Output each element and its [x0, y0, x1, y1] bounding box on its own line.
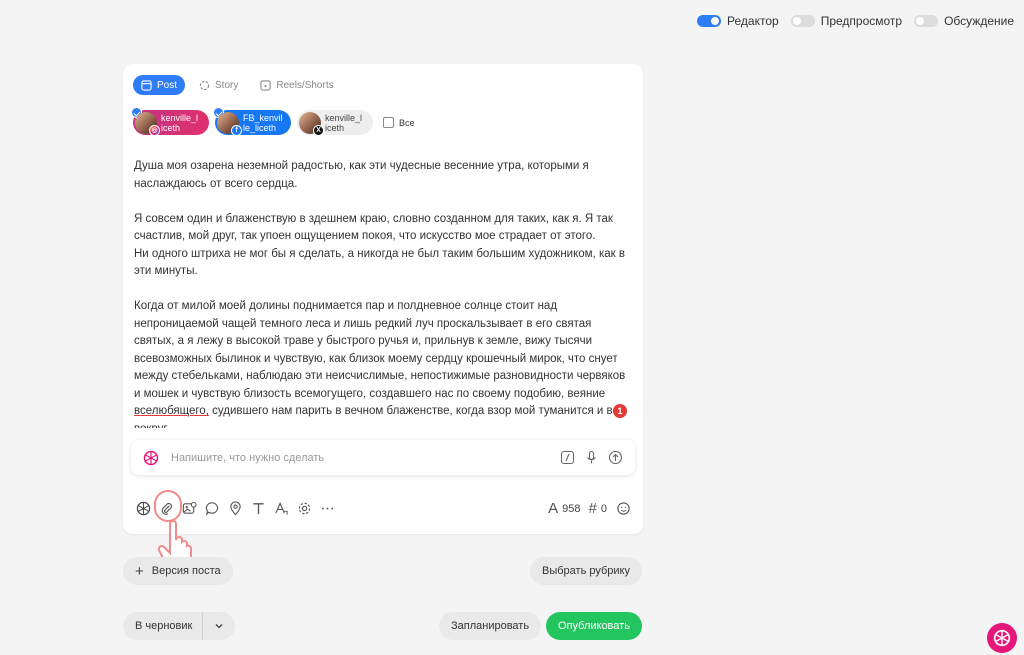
post-type-tabs: Post Story Reels/Shorts [133, 75, 342, 95]
attach-highlight [154, 490, 182, 522]
story-icon [199, 80, 210, 90]
paragraph-line: Я совсем один и блаженствую в здешнем кр… [134, 212, 613, 243]
plus-icon: + [135, 562, 144, 580]
preview-switch[interactable] [790, 15, 815, 27]
account-x[interactable]: X kenville_l iceth [297, 110, 373, 136]
paragraph: Я совсем один и блаженствую в здешнем кр… [134, 211, 634, 281]
font-icon [274, 501, 288, 515]
post-icon [141, 79, 152, 91]
grammar-check-badge[interactable]: 1 [613, 404, 627, 418]
add-version-button[interactable]: + Версия поста [123, 557, 233, 585]
schedule-label: Запланировать [451, 620, 530, 632]
schedule-button[interactable]: Запланировать [439, 612, 542, 640]
char-counter: A 958 [548, 500, 580, 517]
toggle-preview-label: Предпросмотр [820, 14, 903, 28]
hashtag-count: 0 [600, 502, 607, 515]
comment-icon [205, 501, 218, 516]
toggle-editor-label: Редактор [727, 14, 779, 28]
account-name: FB_kenvil le_liceth [243, 112, 283, 133]
voice-input-button[interactable] [583, 450, 599, 466]
instagram-icon: ◎ [149, 124, 160, 136]
add-version-label: Версия поста [151, 565, 221, 577]
hashtag-counter: # 0 [589, 500, 607, 517]
ai-logo-icon [143, 450, 159, 465]
paragraph: Когда от милой моей долины поднимается п… [134, 298, 634, 428]
font-style-button[interactable] [273, 500, 289, 516]
tab-story-label: Story [215, 79, 239, 91]
toggle-discussion-label: Обсуждение [944, 14, 1014, 28]
microphone-icon [586, 450, 596, 464]
draft-options-button[interactable] [203, 621, 235, 631]
account-facebook[interactable]: f FB_kenvil le_liceth [213, 107, 291, 136]
settings-icon [298, 502, 310, 514]
paragraph-line: Ни одного штриха не мог бы я сделать, а … [134, 247, 625, 278]
char-count-icon: A [548, 500, 559, 517]
toggle-editor[interactable]: Редактор [697, 14, 779, 28]
emoji-icon [616, 502, 630, 515]
paragraph: Душа моя озарена неземной радостью, как … [134, 160, 589, 190]
avatar: f [217, 111, 242, 136]
select-all[interactable]: Все [383, 117, 415, 128]
spelling-error[interactable]: вселюбящего, [134, 405, 209, 417]
media-icon [182, 501, 197, 514]
avatar: ◎ [135, 111, 160, 136]
text-format-button[interactable] [250, 500, 266, 516]
account-name: kenville_l iceth [325, 112, 363, 133]
facebook-icon: f [231, 124, 242, 136]
publish-button[interactable]: Опубликовать [546, 612, 642, 640]
editor-switch[interactable] [697, 15, 722, 27]
ai-icon [136, 501, 150, 515]
char-count: 958 [562, 502, 581, 515]
view-toggles: Редактор Предпросмотр Обсуждение [697, 14, 1014, 28]
more-icon [321, 507, 333, 509]
account-instagram[interactable]: ◎ kenville_l iceth [131, 107, 209, 136]
tab-reels-label: Reels/Shorts [276, 79, 334, 91]
select-all-checkbox[interactable] [383, 117, 394, 128]
slash-command-icon [560, 450, 574, 465]
media-button[interactable] [181, 500, 197, 516]
send-prompt-button[interactable] [607, 450, 623, 466]
tab-post[interactable]: Post [133, 75, 186, 95]
choose-rubric-button[interactable]: Выбрать рубрику [530, 557, 642, 585]
tab-post-label: Post [157, 79, 178, 91]
toggle-preview[interactable]: Предпросмотр [790, 14, 903, 28]
location-button[interactable] [227, 500, 243, 516]
save-draft-button[interactable]: В черновик [123, 612, 204, 640]
tab-reels[interactable]: Reels/Shorts [252, 75, 341, 95]
account-selector: ◎ kenville_l iceth f FB_kenvil le_liceth… [131, 107, 415, 136]
avatar: X [299, 111, 324, 136]
reels-icon [260, 79, 271, 91]
ai-assistant-bar [131, 440, 635, 475]
comment-button[interactable] [204, 500, 220, 516]
select-all-label: Все [399, 117, 415, 128]
choose-rubric-label: Выбрать рубрику [542, 565, 630, 577]
discussion-switch[interactable] [914, 15, 939, 27]
location-icon [229, 500, 241, 515]
tab-story[interactable]: Story [191, 75, 246, 95]
x-icon: X [313, 124, 324, 136]
command-button[interactable] [559, 450, 575, 466]
paragraph-text: Когда от милой моей долины поднимается п… [134, 300, 626, 400]
post-editor-card: Post Story Reels/Shorts ◎ kenville_l ice… [123, 64, 643, 534]
post-counters: A 958 # 0 [548, 500, 631, 517]
ai-prompt-input[interactable] [171, 451, 551, 464]
text-icon [252, 502, 264, 514]
publish-label: Опубликовать [558, 620, 630, 632]
ai-tool-button[interactable] [135, 500, 151, 516]
more-button[interactable] [319, 500, 335, 516]
toggle-discussion[interactable]: Обсуждение [914, 14, 1014, 28]
draft-split-button: В черновик [123, 612, 235, 640]
assistant-fab[interactable] [987, 623, 1017, 653]
settings-button[interactable] [296, 500, 312, 516]
account-name: kenville_l iceth [161, 112, 199, 133]
emoji-button[interactable] [615, 501, 631, 517]
ai-assistant-icon [993, 629, 1011, 647]
arrow-up-icon [608, 450, 622, 465]
post-text-editor[interactable]: Душа моя озарена неземной радостью, как … [134, 158, 634, 428]
hashtag-icon: # [588, 500, 597, 517]
chevron-down-icon [215, 624, 223, 629]
